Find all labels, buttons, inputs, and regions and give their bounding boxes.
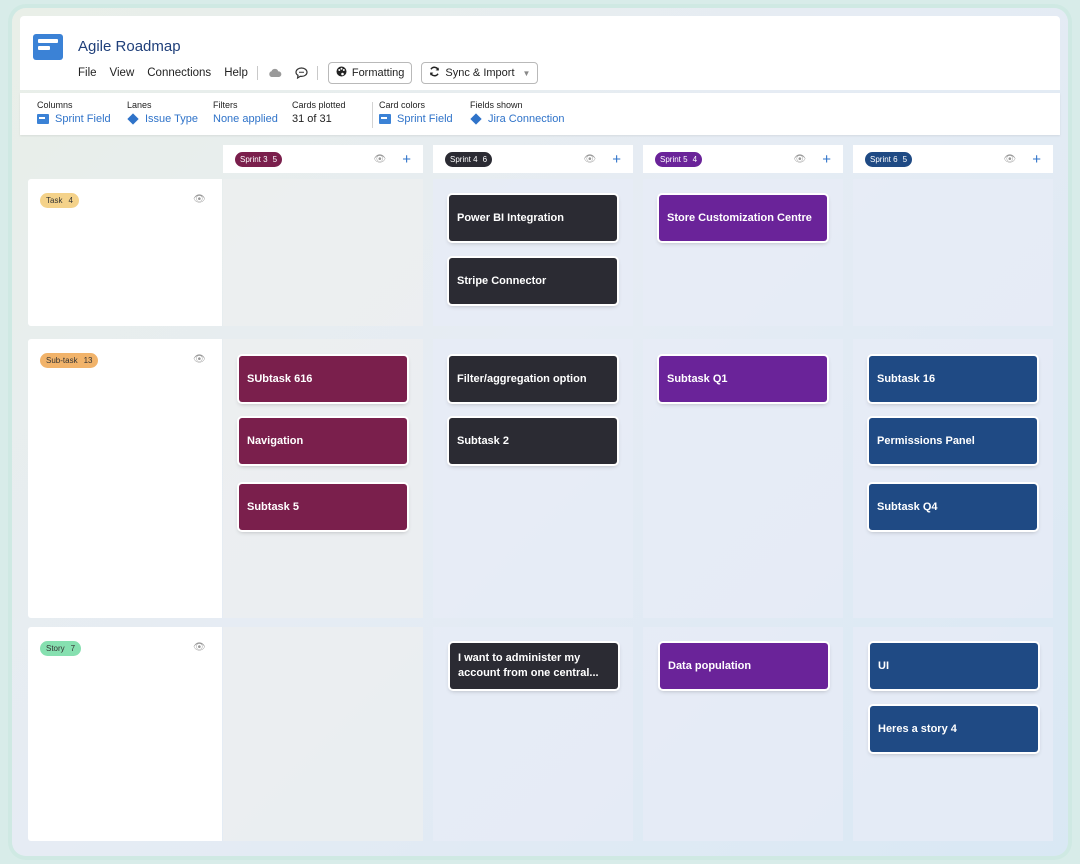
sync-import-label: Sync & Import xyxy=(445,67,515,79)
sprint-field-icon xyxy=(37,114,49,124)
issue-card[interactable]: Permissions Panel xyxy=(869,418,1037,464)
hide-lane-icon[interactable]: 👁︎ xyxy=(193,194,206,205)
cards-plotted-label: Cards plotted xyxy=(292,100,346,110)
issue-card[interactable]: Power BI Integration xyxy=(449,195,617,241)
issue-card[interactable]: Store Customization Centre xyxy=(659,195,827,241)
card-colors-value: Sprint Field xyxy=(397,113,453,125)
issue-card[interactable]: Data population xyxy=(660,643,828,689)
column-header-sprint-4: Sprint 46 👁︎ + xyxy=(433,145,633,173)
lane-task: Task 4 👁︎ xyxy=(28,179,222,326)
add-card-icon[interactable]: + xyxy=(402,152,411,167)
app-title: Agile Roadmap xyxy=(78,38,181,55)
menu-view[interactable]: View xyxy=(110,67,135,79)
issue-card[interactable]: I want to administer my account from one… xyxy=(450,643,618,689)
filters-setting[interactable]: Filters None applied xyxy=(213,100,278,125)
issue-card[interactable]: Subtask 5 xyxy=(239,484,407,530)
hide-column-icon[interactable]: 👁︎ xyxy=(794,154,807,165)
fields-shown-label: Fields shown xyxy=(470,100,523,110)
board-cell[interactable] xyxy=(853,179,1053,326)
lanes-setting[interactable]: Lanes Issue Type xyxy=(127,100,198,125)
issue-card[interactable]: Subtask Q4 xyxy=(869,484,1037,530)
issue-card[interactable]: Navigation xyxy=(239,418,407,464)
formatting-button[interactable]: Formatting xyxy=(327,62,413,84)
cards-plotted-value: 31 of 31 xyxy=(292,113,332,125)
issue-card[interactable]: Filter/aggregation option xyxy=(449,356,617,402)
menu-divider xyxy=(256,66,258,80)
hide-lane-icon[interactable]: 👁︎ xyxy=(193,354,206,365)
column-header-sprint-6: Sprint 65 👁︎ + xyxy=(853,145,1053,173)
sprint-badge[interactable]: Sprint 46 xyxy=(445,151,493,167)
config-divider xyxy=(372,102,373,128)
app-window: Agile Roadmap File View Connections Help… xyxy=(12,8,1068,856)
columns-setting[interactable]: Columns Sprint Field xyxy=(37,100,111,125)
issue-card[interactable]: Stripe Connector xyxy=(449,258,617,304)
issue-card[interactable]: Subtask 2 xyxy=(449,418,617,464)
sync-import-button[interactable]: Sync & Import ▼ xyxy=(421,62,539,84)
view-config-bar: Columns Sprint Field Lanes Issue Type Fi… xyxy=(20,93,1060,135)
add-card-icon[interactable]: + xyxy=(822,152,831,167)
cards-plotted-setting: Cards plotted 31 of 31 xyxy=(292,100,346,125)
lane-badge[interactable]: Task 4 xyxy=(40,193,79,208)
issue-card[interactable]: Heres a story 4 xyxy=(870,706,1038,752)
issue-card[interactable]: SUbtask 616 xyxy=(239,356,407,402)
hide-column-icon[interactable]: 👁︎ xyxy=(1004,154,1017,165)
board-cell[interactable] xyxy=(223,179,423,326)
board-cell[interactable] xyxy=(223,627,423,841)
add-card-icon[interactable]: + xyxy=(612,152,621,167)
jira-diamond-icon xyxy=(127,113,139,125)
columns-value: Sprint Field xyxy=(55,113,111,125)
menu-bar: File View Connections Help Formatting Sy… xyxy=(78,62,547,84)
card-colors-label: Card colors xyxy=(379,100,426,110)
lane-badge[interactable]: Sub-task 13 xyxy=(40,353,99,368)
app-logo-icon xyxy=(33,34,63,60)
fields-shown-setting[interactable]: Fields shown Jira Connection xyxy=(470,100,564,125)
lanes-label: Lanes xyxy=(127,100,152,110)
column-header-sprint-5: Sprint 54 👁︎ + xyxy=(643,145,843,173)
lane-badge[interactable]: Story 7 xyxy=(40,641,82,656)
columns-label: Columns xyxy=(37,100,73,110)
chevron-down-icon: ▼ xyxy=(522,68,531,78)
hide-column-icon[interactable]: 👁︎ xyxy=(584,154,597,165)
add-card-icon[interactable]: + xyxy=(1032,152,1041,167)
lane-story: Story 7 👁︎ xyxy=(28,627,222,841)
issue-card[interactable]: Subtask Q1 xyxy=(659,356,827,402)
app-header: Agile Roadmap File View Connections Help… xyxy=(20,16,1060,90)
hide-column-icon[interactable]: 👁︎ xyxy=(374,154,387,165)
cloud-icon[interactable] xyxy=(268,68,282,78)
hide-lane-icon[interactable]: 👁︎ xyxy=(193,642,206,653)
menu-connections[interactable]: Connections xyxy=(147,67,211,79)
jira-diamond-icon xyxy=(470,113,482,125)
sprint-badge[interactable]: Sprint 35 xyxy=(235,151,283,167)
fields-shown-value: Jira Connection xyxy=(488,113,565,125)
column-header-sprint-3: Sprint 35 👁︎ + xyxy=(223,145,423,173)
sync-icon xyxy=(429,66,440,80)
comment-icon[interactable] xyxy=(295,67,308,79)
sprint-badge[interactable]: Sprint 54 xyxy=(655,151,703,167)
filters-label: Filters xyxy=(213,100,238,110)
issue-card[interactable]: Subtask 16 xyxy=(869,356,1037,402)
filters-value: None applied xyxy=(213,113,278,125)
formatting-label: Formatting xyxy=(351,67,405,79)
lane-sub-task: Sub-task 13 👁︎ xyxy=(28,339,222,618)
menu-file[interactable]: File xyxy=(78,67,97,79)
menu-help[interactable]: Help xyxy=(224,67,248,79)
sprint-badge[interactable]: Sprint 65 xyxy=(865,151,913,167)
lanes-value: Issue Type xyxy=(145,113,198,125)
menu-divider xyxy=(316,66,318,80)
card-colors-setting[interactable]: Card colors Sprint Field xyxy=(379,100,453,125)
issue-card[interactable]: UI xyxy=(870,643,1038,689)
palette-icon xyxy=(336,66,347,80)
sprint-field-icon xyxy=(379,114,391,124)
